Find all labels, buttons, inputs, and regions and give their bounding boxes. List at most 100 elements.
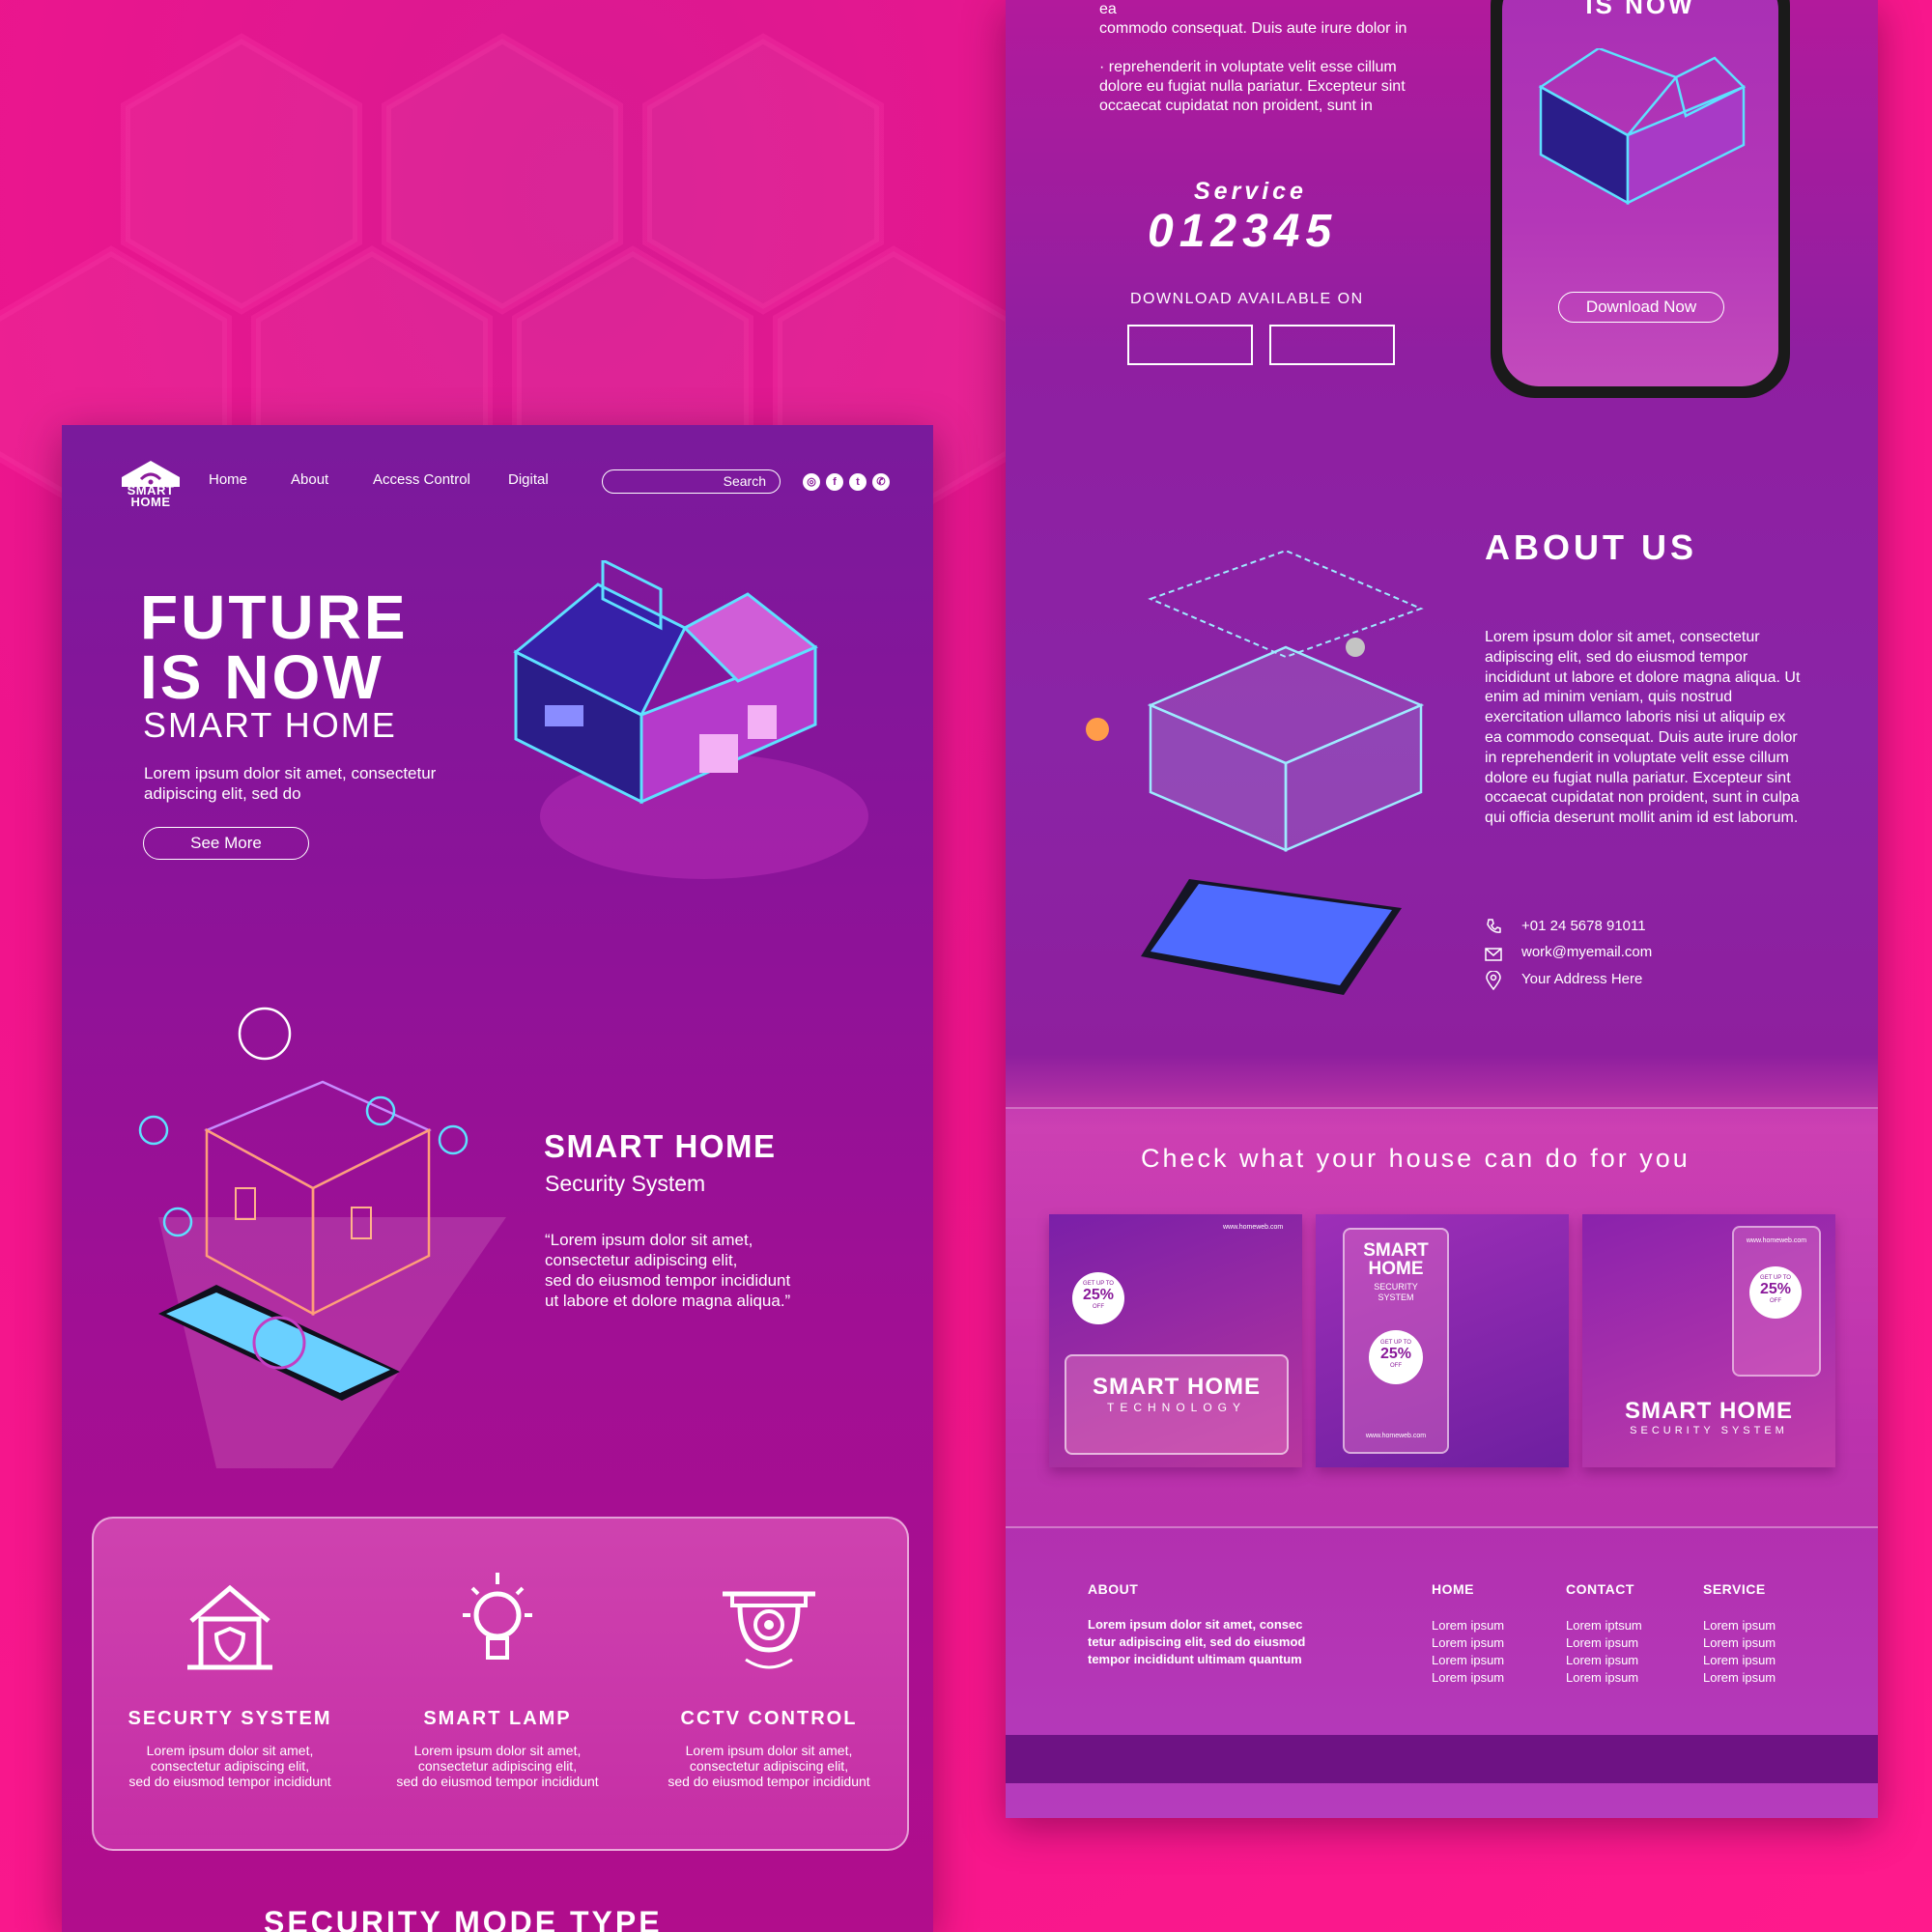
footer-link[interactable]: Lorem ipsum [1703,1653,1776,1667]
footer-link[interactable]: Lorem ipsum [1703,1618,1776,1633]
intro-spacer [1099,39,1406,58]
footer-link[interactable]: Lorem ipsum [1703,1670,1776,1685]
smart-home-logo[interactable]: SMART HOME [118,458,184,514]
features-panel: SECURTY SYSTEM Lorem ipsum dolor sit ame… [92,1517,909,1851]
house-shield-icon [187,1584,272,1670]
see-more-button[interactable]: See More [143,827,309,860]
phone-heading: IS NOW [1585,0,1695,19]
instagram-icon[interactable]: ◎ [803,473,820,491]
logo-text: SMART HOME [118,484,184,509]
facebook-icon[interactable]: f [826,473,843,491]
phone-house-illustration [1538,48,1747,206]
contact-phone[interactable]: +01 24 5678 91011 [1521,918,1646,934]
card-url: www.homeweb.com [1223,1224,1284,1231]
check-section-title: Check what your house can do for you [1141,1144,1690,1173]
hero-title-line-2: IS NOW [140,642,384,712]
footer-link[interactable]: Lorem ipsum [1703,1635,1776,1650]
promo-card-security-system[interactable]: www.homeweb.com GET UP TO 25% OFF SMART … [1582,1214,1835,1467]
nav-digital[interactable]: Digital [508,471,549,488]
security-section-title: SMART HOME [544,1128,777,1164]
footer-link[interactable]: Lorem iptsum [1566,1618,1642,1633]
about-us-description: Lorem ipsum dolor sit amet, consectetur … [1485,629,1801,827]
feature-desc-line: sed do eiusmod tempor incididunt [128,1774,331,1789]
about-us-title: ABOUT US [1485,527,1697,567]
hero-subtitle: SMART HOME [143,705,397,745]
phone-icon [1487,919,1501,933]
nav-home[interactable]: Home [209,471,247,488]
location-pin-icon [1486,971,1501,990]
nav-access-control[interactable]: Access Control [373,471,470,488]
isometric-house-illustration [513,560,868,879]
feature-desc-line: consectetur adipiscing elit, [689,1758,849,1774]
feature-desc-line: Lorem ipsum dolor sit amet, [685,1743,853,1758]
promo-card-technology[interactable]: GET UP TO 25% OFF www.homeweb.com SMART … [1049,1214,1302,1467]
footer-link[interactable]: Lorem ipsum [1432,1618,1504,1633]
quote-line: “Lorem ipsum dolor sit amet, [545,1231,753,1249]
feature-desc-line: sed do eiusmod tempor incididunt [668,1774,870,1789]
feature-title: CCTV CONTROL [680,1708,858,1729]
intro-line: ea [1099,1,1117,17]
hero-description: Lorem ipsum dolor sit amet, consectetur … [144,764,437,803]
contact-email[interactable]: work@myemail.com [1521,944,1652,960]
whatsapp-icon[interactable]: ✆ [872,473,890,491]
discount-badge: GET UP TO 25% OFF [1369,1330,1423,1384]
footer-about-text: Lorem ipsum dolor sit amet, consec tetur… [1088,1617,1306,1666]
nav-about[interactable]: About [291,471,328,488]
badge-bottom: OFF [1093,1304,1104,1310]
card-side-panel: www.homeweb.com GET UP TO 25% OFF [1732,1226,1821,1377]
feature-desc-line: consectetur adipiscing elit, [150,1758,310,1774]
footer-link[interactable]: Lorem ipsum [1432,1635,1504,1650]
footer-link[interactable]: Lorem ipsum [1566,1635,1638,1650]
search-label: Search [723,473,766,489]
footer-link[interactable]: Lorem ipsum [1432,1653,1504,1667]
security-quote: “Lorem ipsum dolor sit amet, consectetur… [545,1230,835,1311]
logo-line-2: HOME [130,495,171,509]
email-icon [1485,948,1502,961]
phone-mockup: IS NOW Download Now [1491,0,1790,398]
discount-badge: GET UP TO 25% OFF [1749,1266,1802,1319]
card-subtitle: SECURITY SYSTEM [1345,1282,1447,1303]
twitter-icon[interactable]: t [849,473,867,491]
card-subtitle: SECURITY SYSTEM [1630,1425,1788,1436]
card-subtitle: TECHNOLOGY [1106,1401,1246,1414]
card-url: www.homeweb.com [1746,1237,1807,1244]
app-store-badge[interactable] [1127,325,1253,365]
intro-line: commodo consequat. Duis aute irure dolor… [1099,20,1407,37]
feature-description: Lorem ipsum dolor sit amet, consectetur … [367,1743,628,1789]
feature-desc-line: consectetur adipiscing elit, [417,1758,578,1774]
feature-desc-line: sed do eiusmod tempor incididunt [396,1774,599,1789]
badge-value: 25% [1759,1281,1792,1297]
quote-line: ut labore et dolore magna aliqua.” [545,1292,791,1310]
landing-page-left: SMART HOME Home About Access Control Dig… [62,425,933,1932]
discount-badge: GET UP TO 25% OFF [1072,1272,1124,1324]
play-store-badge[interactable] [1269,325,1395,365]
card-title: SMART HOME [1093,1374,1261,1400]
feature-title: SECURTY SYSTEM [128,1708,332,1729]
footer-link[interactable]: Lorem ipsum [1432,1670,1504,1685]
download-now-button[interactable]: Download Now [1558,292,1724,323]
wireframe-house-tablet-illustration [1086,551,1425,995]
feature-description: Lorem ipsum dolor sit amet, consectetur … [99,1743,360,1789]
footer-about-heading: ABOUT [1088,1581,1139,1597]
service-label: Service [1194,178,1307,205]
intro-line: · reprehenderit in voluptate velit esse … [1099,59,1397,75]
promo-card-security[interactable]: SMART HOME SECURITY SYSTEM GET UP TO 25%… [1316,1214,1569,1467]
security-mode-type-heading: SECURITY MODE TYPE [264,1905,663,1932]
phone-screen: IS NOW Download Now [1502,0,1778,386]
cctv-camera-icon [723,1591,815,1669]
intro-text: ea commodo consequat. Duis aute irure do… [1099,0,1406,116]
card-title-box: SMART HOME TECHNOLOGY [1065,1354,1289,1455]
card-side-panel: SMART HOME SECURITY SYSTEM GET UP TO 25%… [1343,1228,1449,1454]
light-bulb-icon [463,1573,532,1660]
feature-description: Lorem ipsum dolor sit amet, consectetur … [639,1743,899,1789]
quote-line: consectetur adipiscing elit, [545,1251,738,1269]
footer-home-heading: HOME [1432,1581,1474,1597]
card-title-line: HOME [1368,1259,1424,1279]
card-title-line: SMART [1363,1240,1429,1261]
search-input[interactable]: Search [602,469,781,494]
card-url: www.homeweb.com [1365,1433,1427,1439]
footer-link[interactable]: Lorem ipsum [1566,1653,1638,1667]
smart-home-hologram-illustration [138,1007,506,1468]
intro-line: dolore eu fugiat nulla pariatur. Excepte… [1099,78,1406,95]
footer-link[interactable]: Lorem ipsum [1566,1670,1638,1685]
